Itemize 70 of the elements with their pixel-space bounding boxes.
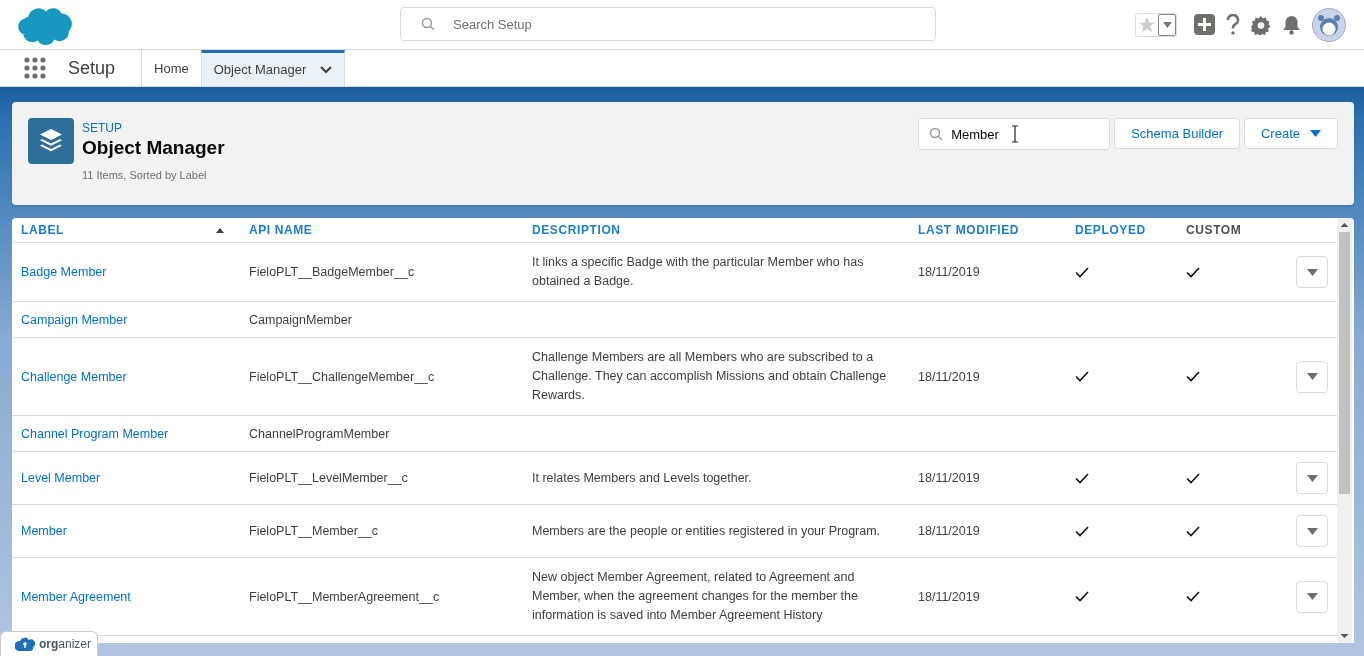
modified-date: 18/11/2019 bbox=[918, 265, 980, 279]
avatar-icon[interactable] bbox=[1312, 7, 1346, 42]
sort-arrow-icon bbox=[216, 227, 224, 233]
modified-date: 18/11/2019 bbox=[918, 471, 980, 485]
object-link[interactable]: Member Agreement bbox=[21, 589, 131, 604]
modified-date: 18/11/2019 bbox=[918, 589, 980, 604]
description-text: New object Member Agreement, related to Agreement and Member, when the agreement changes for the member the information is saved into Member Agreement History bbox=[532, 569, 859, 624]
object-link[interactable]: Member bbox=[21, 524, 67, 538]
description-text: It relates Members and Levels together. bbox=[532, 469, 752, 487]
object-link[interactable]: Challenge Member bbox=[21, 369, 127, 384]
api-name: ChannelProgramMember bbox=[249, 426, 390, 441]
column-header[interactable]: DESCRIPTION bbox=[523, 223, 909, 237]
breadcrumb-link[interactable]: SETUP bbox=[82, 121, 225, 135]
create-menu-button[interactable]: Create bbox=[1243, 118, 1338, 149]
caret-down-icon bbox=[1162, 21, 1172, 28]
schema-builder-button[interactable]: Schema Builder bbox=[1114, 118, 1240, 149]
row-actions-button[interactable] bbox=[1296, 360, 1328, 393]
organizer-tab[interactable]: organizer bbox=[0, 631, 98, 656]
api-name: FieloPLT__ChallengeMember__c bbox=[249, 369, 435, 384]
app-launcher-icon[interactable] bbox=[24, 57, 46, 79]
nav-tab[interactable]: Home bbox=[141, 50, 201, 86]
column-header[interactable]: LABEL bbox=[12, 223, 240, 237]
column-header[interactable]: DEPLOYED bbox=[1066, 223, 1177, 237]
api-name: FieloPLT__BadgeMember__c bbox=[249, 265, 415, 279]
caret-down-icon bbox=[1306, 474, 1318, 482]
row-actions-button[interactable] bbox=[1296, 515, 1328, 547]
api-name: FieloPLT__Member__c bbox=[249, 524, 378, 538]
cloud-keyhole-icon bbox=[15, 636, 35, 652]
row-actions-button[interactable] bbox=[1296, 462, 1328, 494]
row-actions-button[interactable] bbox=[1296, 580, 1328, 613]
settings-icon[interactable] bbox=[1251, 14, 1271, 35]
api-name: FieloPLT__MemberAgreement__c bbox=[249, 589, 440, 604]
help-icon[interactable] bbox=[1226, 14, 1240, 35]
description-text: Members are the people or entities registered in your Program. bbox=[532, 522, 881, 540]
modified-date: 18/11/2019 bbox=[918, 524, 980, 538]
object-link[interactable]: Campaign Member bbox=[21, 312, 128, 327]
object-link[interactable]: Level Member bbox=[21, 471, 101, 485]
text-cursor-icon bbox=[1011, 125, 1020, 143]
scrollbar[interactable] bbox=[1337, 218, 1352, 643]
column-header[interactable]: LAST MODIFIED bbox=[909, 223, 1066, 237]
caret-down-icon bbox=[1306, 593, 1318, 600]
api-name: FieloPLT__LevelMember__c bbox=[249, 471, 408, 485]
item-summary: 11 Items, Sorted by Label bbox=[82, 169, 208, 181]
search-icon bbox=[929, 127, 944, 141]
description-text: Challenge Members are all Members who are subscribed to a Challenge. They can accomplish Missions and obtain Challenge Rewards. bbox=[532, 349, 888, 404]
search-field[interactable]: Search Setup bbox=[400, 7, 936, 41]
column-header[interactable]: API NAME bbox=[240, 223, 523, 237]
caret-down-icon bbox=[1306, 373, 1318, 380]
modified-date: 18/11/2019 bbox=[918, 369, 980, 384]
chevron-down-icon bbox=[320, 65, 333, 74]
column-header: CUSTOM bbox=[1185, 223, 1243, 237]
caret-down-icon bbox=[1306, 268, 1318, 276]
nav-tab[interactable]: Object Manager bbox=[200, 50, 346, 86]
app-name: Setup bbox=[68, 57, 116, 79]
favorites-button[interactable] bbox=[1135, 12, 1177, 37]
notifications-icon[interactable] bbox=[1282, 14, 1301, 35]
object-link[interactable]: Badge Member bbox=[21, 265, 107, 279]
layers-icon bbox=[28, 118, 74, 164]
object-link[interactable]: Channel Program Member bbox=[21, 426, 169, 441]
row-actions-button[interactable] bbox=[1296, 256, 1328, 288]
star-icon bbox=[1138, 15, 1156, 34]
scroll-thumb[interactable] bbox=[1339, 232, 1350, 494]
search-icon bbox=[421, 17, 435, 31]
page-title: Object Manager bbox=[82, 137, 225, 159]
description-text: It links a specific Badge with the particular Member who has obtained a Badge. bbox=[532, 254, 865, 290]
caret-down-icon bbox=[1310, 130, 1321, 137]
add-icon[interactable] bbox=[1194, 14, 1215, 35]
quick-find-field[interactable]: Member bbox=[918, 118, 1111, 150]
api-name: CampaignMember bbox=[249, 312, 352, 327]
caret-down-icon bbox=[1306, 527, 1318, 535]
